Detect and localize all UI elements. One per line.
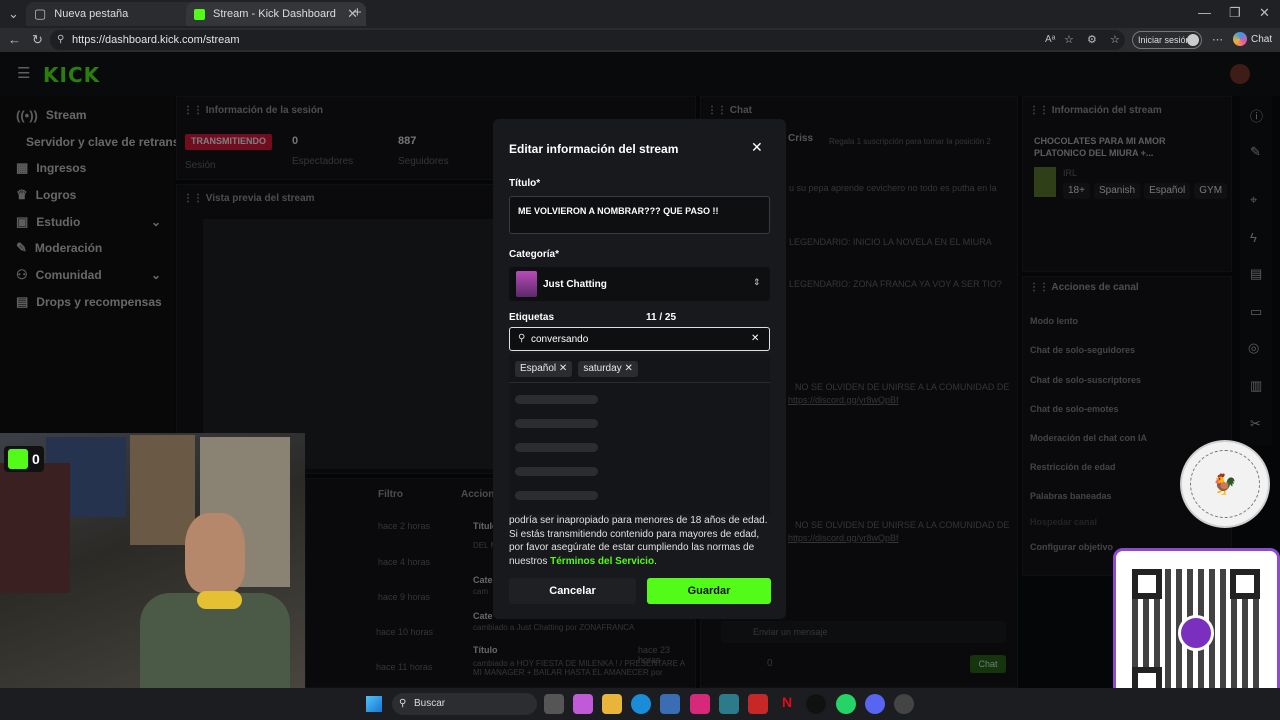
minimize-icon[interactable]: —	[1198, 5, 1211, 20]
tag-chip-espanol: Español ✕	[515, 361, 573, 377]
poster-image	[130, 435, 195, 545]
kick-viewer-count: 0	[32, 451, 40, 467]
remove-tag-icon[interactable]: ✕	[624, 363, 632, 374]
brand-badge-logo: 🐓	[1180, 440, 1270, 528]
file-explorer-icon[interactable]	[602, 694, 622, 714]
edge-browser-icon[interactable]	[631, 694, 651, 714]
selected-tags: Español ✕ saturday ✕	[515, 361, 638, 377]
netflix-icon[interactable]: N	[777, 694, 797, 714]
browser-tab-bar: ⌄ ▢ Nueva pestaña ✕ Stream - Kick Dashbo…	[0, 0, 1280, 28]
signin-button[interactable]: Iniciar sesión	[1132, 31, 1202, 49]
poster-image	[0, 463, 70, 593]
whatsapp-icon[interactable]	[836, 694, 856, 714]
tab-kick-dashboard[interactable]: Stream - Kick Dashboard ✕	[186, 2, 366, 26]
close-icon[interactable]: ✕	[751, 139, 763, 156]
loading-skeleton	[515, 443, 598, 452]
kick-logo-icon	[8, 449, 28, 469]
kick-viewer-counter: 0	[4, 446, 44, 472]
read-aloud-icon[interactable]: Aᵃ	[1045, 30, 1055, 50]
tag-chip-saturday: saturday ✕	[578, 361, 638, 377]
new-tab-icon[interactable]: +	[353, 4, 362, 21]
tiktok-icon[interactable]	[806, 694, 826, 714]
select-arrows-icon: ⇕	[753, 277, 761, 287]
cancel-button[interactable]: Cancelar	[509, 578, 636, 604]
tags-count: 11 / 25	[646, 312, 677, 323]
avatar-icon	[1187, 34, 1199, 46]
url-field[interactable]: ⚲ https://dashboard.kick.com/stream Aᵃ ☆…	[50, 30, 1125, 50]
loading-skeleton	[515, 419, 598, 428]
save-button[interactable]: Guardar	[647, 578, 771, 604]
task-view-icon[interactable]	[544, 694, 564, 714]
title-input[interactable]: ME VOLVIERON A NOMBRAR??? QUE PASO !!	[509, 196, 770, 234]
yape-logo-icon	[1178, 615, 1214, 651]
clear-input-icon[interactable]: ✕	[751, 333, 759, 344]
site-info-icon[interactable]: ⚲	[57, 30, 64, 50]
copilot-app-icon[interactable]	[573, 694, 593, 714]
tab-list-chevron-icon[interactable]: ⌄	[8, 6, 19, 22]
mature-content-notice: podría ser inapropiado para menores de 1…	[509, 514, 774, 568]
tab-title: Nueva pestaña	[54, 8, 129, 20]
remove-tag-icon[interactable]: ✕	[559, 363, 567, 374]
discord-icon[interactable]	[865, 694, 885, 714]
search-icon: ⚲	[518, 333, 526, 344]
taskbar-search-label: Buscar	[414, 698, 446, 709]
reload-icon[interactable]: ↻	[32, 32, 43, 48]
photos-icon[interactable]	[719, 694, 739, 714]
app-icon[interactable]	[748, 694, 768, 714]
terms-link[interactable]: Términos del Servicio	[550, 556, 654, 567]
category-value: Just Chatting	[543, 279, 607, 290]
title-field-label: Título*	[509, 178, 541, 189]
obs-icon[interactable]	[894, 694, 914, 714]
tag-dropdown	[509, 354, 770, 514]
loading-skeleton	[515, 395, 598, 404]
windows-start-icon[interactable]	[366, 696, 382, 712]
url-text: https://dashboard.kick.com/stream	[72, 34, 240, 46]
store-icon[interactable]	[660, 694, 680, 714]
collections-icon[interactable]: ☆	[1110, 30, 1120, 50]
instagram-icon[interactable]	[690, 694, 710, 714]
signin-label: Iniciar sesión	[1138, 35, 1191, 45]
kick-favicon-icon	[194, 8, 205, 20]
modal-title: Editar información del stream	[509, 142, 679, 156]
microphone	[197, 591, 242, 609]
tag-search-input[interactable]: ⚲ conversando ✕	[509, 327, 770, 351]
favorite-star-icon[interactable]: ☆	[1064, 30, 1074, 50]
webcam-overlay	[0, 433, 305, 720]
tab-nueva-pestana[interactable]: ▢ Nueva pestaña ✕	[26, 2, 206, 26]
more-menu-icon[interactable]: ⋯	[1212, 33, 1223, 46]
tab-title: Stream - Kick Dashboard	[213, 8, 336, 20]
search-icon: ⚲	[399, 698, 407, 709]
copilot-icon	[1233, 32, 1247, 46]
qr-finder	[1230, 569, 1260, 599]
page-icon: ▢	[34, 6, 47, 21]
taskbar-search[interactable]: ⚲ Buscar	[392, 693, 537, 715]
category-thumbnail	[516, 271, 537, 297]
tag-input-value: conversando	[531, 334, 589, 345]
maximize-icon[interactable]: ❐	[1229, 5, 1241, 21]
divider	[509, 382, 770, 383]
category-field-label: Categoría*	[509, 249, 560, 260]
loading-skeleton	[515, 491, 598, 500]
category-select[interactable]: Just Chatting ⇕	[509, 267, 770, 301]
qr-finder	[1132, 569, 1162, 599]
copilot-chat-button[interactable]: Chat	[1233, 32, 1272, 46]
back-icon[interactable]: ←	[8, 32, 21, 47]
close-window-icon[interactable]: ✕	[1259, 5, 1270, 21]
loading-skeleton	[515, 467, 598, 476]
copilot-label: Chat	[1251, 33, 1273, 45]
notice-suffix: .	[654, 555, 657, 567]
streamer-face	[185, 513, 245, 593]
tags-field-label: Etiquetas	[509, 312, 555, 323]
chicken-icon: 🐓	[1212, 474, 1237, 496]
extensions-icon[interactable]: ⚙	[1087, 30, 1097, 50]
